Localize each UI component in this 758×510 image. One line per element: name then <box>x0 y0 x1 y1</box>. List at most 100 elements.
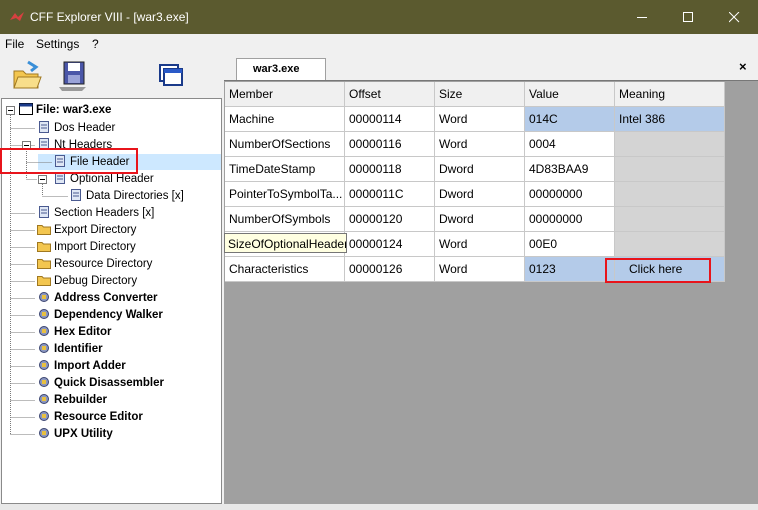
column-header-size[interactable]: Size <box>435 82 525 107</box>
cell-offset[interactable]: 00000124 <box>345 232 435 257</box>
tab-strip: war3.exe <box>222 54 758 80</box>
tree-item-identifier[interactable]: Identifier <box>37 341 103 358</box>
cell-member[interactable]: PointerToSymbolTa... <box>225 182 345 207</box>
maximize-button[interactable] <box>665 0 711 34</box>
tool-icon <box>39 428 49 438</box>
cell-meaning[interactable]: Intel 386 <box>615 107 725 132</box>
cell-meaning[interactable] <box>615 157 725 182</box>
open-file-button[interactable] <box>10 59 44 93</box>
cell-size[interactable]: Word <box>435 107 525 132</box>
cell-offset[interactable]: 00000120 <box>345 207 435 232</box>
tab-war3-exe[interactable]: war3.exe <box>236 58 326 80</box>
folder-icon <box>37 242 51 252</box>
cell-meaning[interactable] <box>615 207 725 232</box>
open-file-icon <box>13 60 42 89</box>
tool-icon <box>39 326 49 336</box>
menu-bar: File Settings ? <box>0 34 758 54</box>
save-button[interactable] <box>56 59 90 93</box>
cell-meaning[interactable] <box>615 132 725 157</box>
page-icon <box>71 189 81 201</box>
tree-item-quick-disassembler[interactable]: Quick Disassembler <box>37 375 164 392</box>
cell-size[interactable]: Word <box>435 257 525 282</box>
tree-item-dos-header[interactable]: Dos Header <box>37 120 115 137</box>
tree-item-label: Debug Directory <box>54 275 138 287</box>
cell-value[interactable]: 00000000 <box>525 207 615 232</box>
save-disk-icon <box>59 61 86 91</box>
column-header-offset[interactable]: Offset <box>345 82 435 107</box>
column-header-member[interactable]: Member <box>225 82 345 107</box>
tree-item-section-headers[interactable]: Section Headers [x] <box>37 205 154 222</box>
tree-item-label: File: war3.exe <box>36 104 112 116</box>
tool-icon <box>39 411 49 421</box>
minimize-button[interactable] <box>619 0 665 34</box>
tree-item-rebuilder[interactable]: Rebuilder <box>37 392 107 409</box>
tree-item-import-adder[interactable]: Import Adder <box>37 358 126 375</box>
cell-member[interactable]: TimeDateStamp <box>225 157 345 182</box>
tree-item-label: Identifier <box>54 343 103 355</box>
cell-offset[interactable]: 0000011C <box>345 182 435 207</box>
tree-item-resource-directory[interactable]: Resource Directory <box>37 256 152 273</box>
cell-value[interactable]: 0004 <box>525 132 615 157</box>
tree-item-hex-editor[interactable]: Hex Editor <box>37 324 112 341</box>
tree-item-file-root[interactable]: File: war3.exe <box>19 102 111 119</box>
cell-offset[interactable]: 00000118 <box>345 157 435 182</box>
cell-member[interactable]: Machine <box>225 107 345 132</box>
tree-item-dependency-walker[interactable]: Dependency Walker <box>37 307 163 324</box>
minimize-icon <box>637 17 647 18</box>
cell-offset[interactable]: 00000114 <box>345 107 435 132</box>
cell-member[interactable]: NumberOfSymbols <box>225 207 345 232</box>
cell-value[interactable]: 0123 <box>525 257 615 282</box>
menu-settings[interactable]: Settings <box>36 37 79 51</box>
close-button[interactable] <box>711 0 757 34</box>
app-logo-icon <box>10 12 24 21</box>
title-bar: CFF Explorer VIII - [war3.exe] <box>0 0 758 34</box>
tree-item-address-converter[interactable]: Address Converter <box>37 290 158 307</box>
cell-offset[interactable]: 00000116 <box>345 132 435 157</box>
windows-button[interactable] <box>154 59 188 93</box>
menu-help[interactable]: ? <box>92 37 99 51</box>
close-tab-button[interactable]: × <box>739 59 747 74</box>
tree-item-label: Rebuilder <box>54 394 108 406</box>
page-icon <box>39 121 49 133</box>
tree-item-label: Optional Header <box>70 173 154 185</box>
cell-offset[interactable]: 00000126 <box>345 257 435 282</box>
file-header-highlight-box <box>0 148 138 174</box>
toolbar <box>0 54 222 98</box>
cell-size[interactable]: Dword <box>435 182 525 207</box>
menu-file[interactable]: File <box>5 37 24 51</box>
tool-icon <box>39 360 49 370</box>
tree-item-label: Dos Header <box>54 122 116 134</box>
tree-item-upx-utility[interactable]: UPX Utility <box>37 426 113 443</box>
cell-size[interactable]: Dword <box>435 157 525 182</box>
cell-size[interactable]: Word <box>435 132 525 157</box>
tree-item-label: Resource Editor <box>54 411 143 423</box>
cell-meaning[interactable] <box>615 232 725 257</box>
cell-value[interactable]: 014C <box>525 107 615 132</box>
tree-item-export-directory[interactable]: Export Directory <box>37 222 136 239</box>
cell-value[interactable]: 00000000 <box>525 182 615 207</box>
tool-icon <box>39 292 49 302</box>
tree-item-debug-directory[interactable]: Debug Directory <box>37 273 137 290</box>
windows-icon <box>159 64 183 86</box>
tree-item-data-directories[interactable]: Data Directories [x] <box>69 188 184 205</box>
cell-meaning[interactable] <box>615 182 725 207</box>
folder-icon <box>37 276 51 286</box>
folder-icon <box>37 225 51 235</box>
tree-item-label: Section Headers [x] <box>54 207 155 219</box>
cell-member[interactable]: NumberOfSections <box>225 132 345 157</box>
tree-item-resource-editor[interactable]: Resource Editor <box>37 409 143 426</box>
column-header-meaning[interactable]: Meaning <box>615 82 725 107</box>
click-here-highlight-box <box>605 258 711 283</box>
window-title: CFF Explorer VIII - [war3.exe] <box>30 10 189 24</box>
cell-member[interactable]: Characteristics <box>225 257 345 282</box>
cell-size[interactable]: Word <box>435 232 525 257</box>
cell-size[interactable]: Dword <box>435 207 525 232</box>
tree-item-import-directory[interactable]: Import Directory <box>37 239 136 256</box>
column-header-value[interactable]: Value <box>525 82 615 107</box>
tree-item-label: Import Directory <box>54 241 136 253</box>
cell-value[interactable]: 00E0 <box>525 232 615 257</box>
tool-icon <box>39 394 49 404</box>
content-area: Member Offset Size Value Meaning Machine… <box>224 80 758 504</box>
file-window-icon <box>19 103 33 115</box>
cell-value[interactable]: 4D83BAA9 <box>525 157 615 182</box>
